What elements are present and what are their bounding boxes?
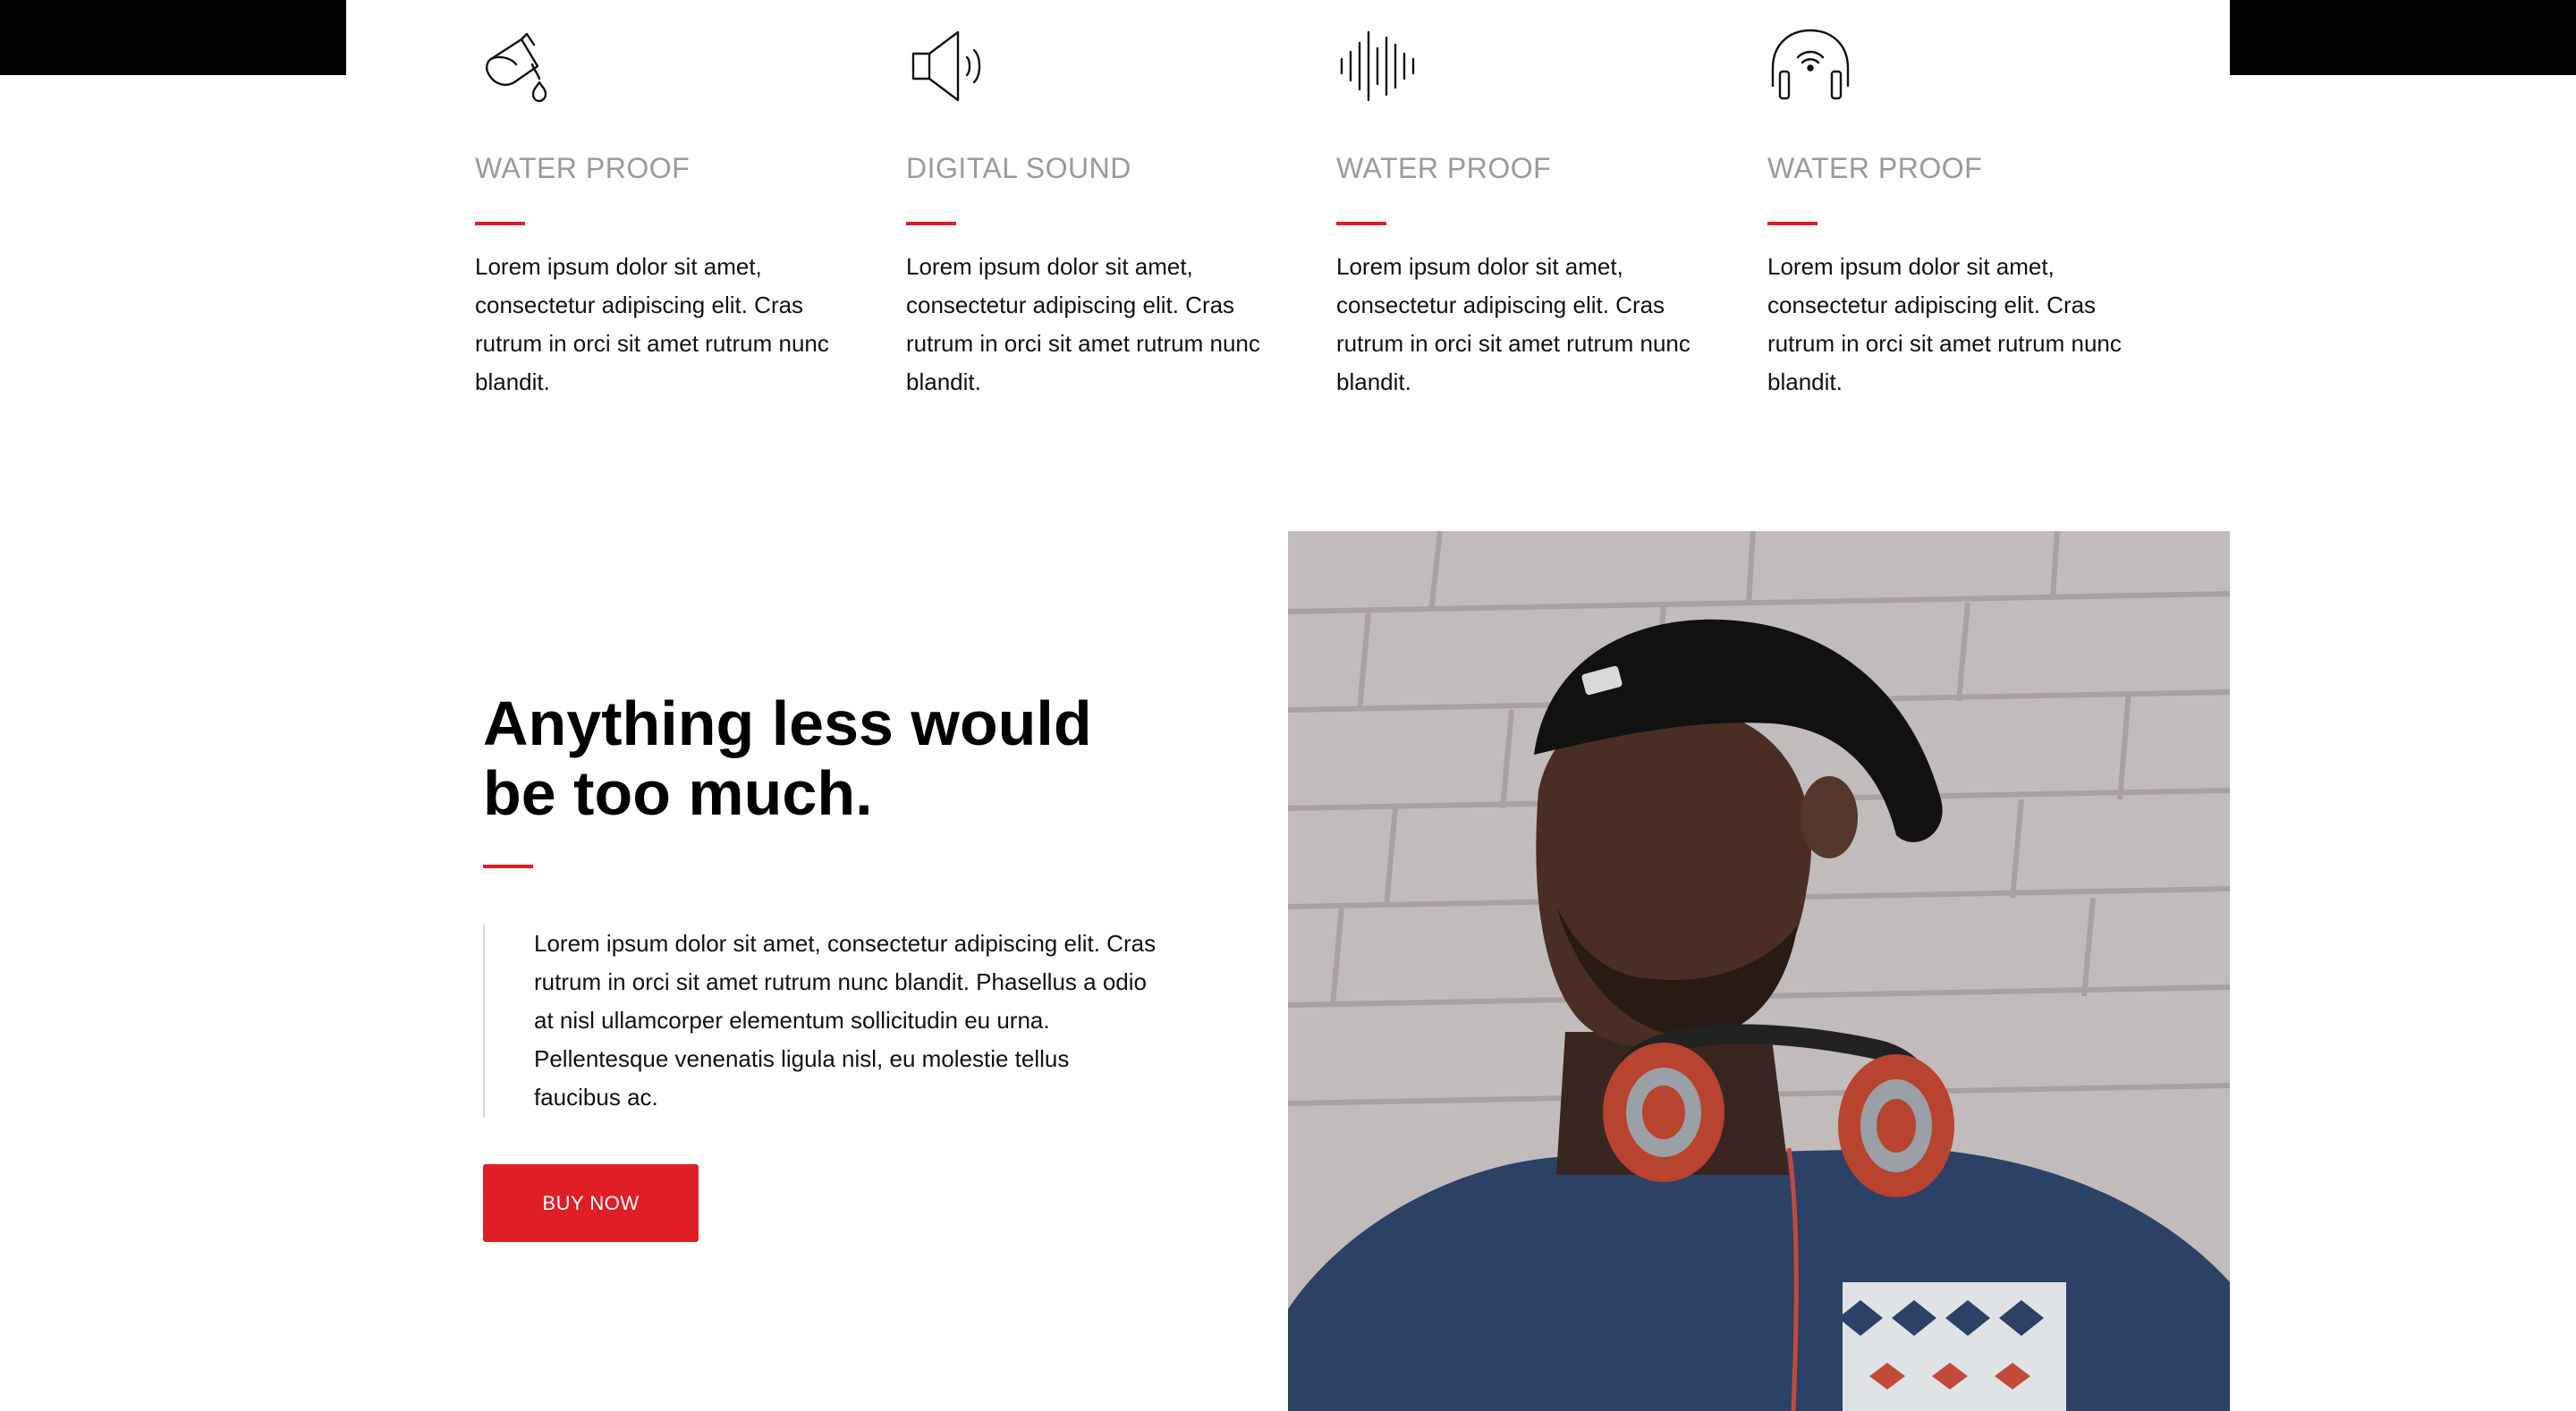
buy-now-button[interactable]: BUY NOW <box>483 1164 699 1242</box>
sound-wave-icon <box>1336 23 1422 109</box>
water-pour-icon <box>475 23 561 109</box>
promo-quote: Lorem ipsum dolor sit amet, consectetur … <box>483 925 1156 1118</box>
wireless-headphones-icon <box>1767 23 1853 109</box>
model-with-headphones-photo <box>1288 531 2230 1411</box>
feature-description: Lorem ipsum dolor sit amet, consectetur … <box>1767 253 2122 395</box>
feature-description: Lorem ipsum dolor sit amet, consectetur … <box>906 253 1260 395</box>
promo-headline: Anything less would be too much. <box>483 689 1092 828</box>
promo-quote-text: Lorem ipsum dolor sit amet, consectetur … <box>534 930 1157 1111</box>
top-right-black-bar <box>2230 0 2576 75</box>
feature-accent-rule <box>1336 222 1386 225</box>
speaker-icon <box>906 23 992 109</box>
headline-accent-rule <box>483 865 533 868</box>
feature-accent-rule <box>906 222 956 225</box>
feature-title: WATER PROOF <box>1336 152 1552 184</box>
feature-title: WATER PROOF <box>475 152 691 184</box>
feature-description: Lorem ipsum dolor sit amet, consectetur … <box>475 253 829 395</box>
feature-title: DIGITAL SOUND <box>906 152 1131 184</box>
top-left-black-bar <box>0 0 346 75</box>
feature-description: Lorem ipsum dolor sit amet, consectetur … <box>1336 253 1690 395</box>
feature-accent-rule <box>475 222 525 225</box>
feature-accent-rule <box>1767 222 1818 225</box>
feature-title: WATER PROOF <box>1767 152 1983 184</box>
